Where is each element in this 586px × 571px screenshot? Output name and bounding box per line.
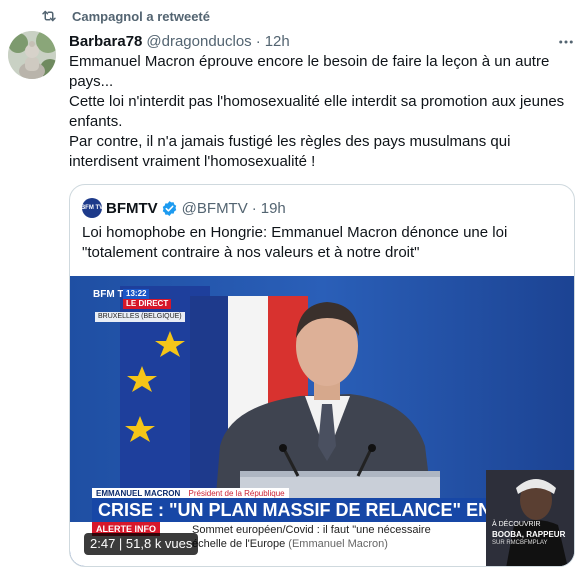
more-icon <box>559 40 573 44</box>
quoted-tweet-text: Loi homophobe en Hongrie: Emmanuel Macro… <box>82 223 552 263</box>
promo-subtitle: SUR RMCBFMPLAY <box>492 540 548 546</box>
ticker-line-text: échelle de l'Europe <box>192 538 286 550</box>
quoted-tweet-header: BFM TV BFMTV @BFMTV · 19h <box>80 197 286 219</box>
promo-image <box>486 470 574 566</box>
quoted-avatar-text: BFM TV <box>80 205 104 211</box>
author-name[interactable]: Barbara78 <box>69 33 142 50</box>
quoted-tweet-time: 19h <box>260 199 286 217</box>
tweet-text-line: Cette loi n'interdit pas l'homosexualité… <box>69 93 565 130</box>
video-headline: CRISE : "UN PLAN MASSIF DE RELANCE" EN E… <box>92 498 491 522</box>
verified-badge-icon <box>162 200 176 216</box>
video-player[interactable]: BFM TV. 13:22 LE DIRECT BRUXELLES (BELGI… <box>70 276 574 566</box>
location-label: BRUXELLES (BELGIQUE) <box>95 312 185 322</box>
ticker-line: échelle de l'Europe (Emmanuel Macron) <box>192 537 388 551</box>
author-handle[interactable]: @dragonduclos <box>146 33 251 50</box>
separator-dot: · <box>251 199 257 217</box>
broadcast-clock: 13:22 <box>123 289 150 299</box>
live-badge: LE DIRECT <box>123 299 172 309</box>
promo-title: BOOBA, RAPPEUR <box>492 530 566 539</box>
ticker-source: (Emmanuel Macron) <box>288 538 388 550</box>
tweet-text-line: Emmanuel Macron éprouve encore le besoin… <box>69 53 550 90</box>
tweet-text-line: Par contre, il n'a jamais fustigé les rè… <box>69 133 511 170</box>
retweet-label: Campagnol a retweeté <box>72 8 210 24</box>
quoted-text-line: "totalement contraire à nos valeurs et à… <box>82 244 420 261</box>
tweet-time[interactable]: 12h <box>265 33 290 50</box>
quoted-author-avatar: BFM TV <box>80 198 104 218</box>
tweet-header: Barbara78 @dragonduclos · 12h <box>69 31 576 51</box>
promo-thumbnail: À DÉCOUVRIR BOOBA, RAPPEUR SUR RMCBFMPLA… <box>486 470 574 566</box>
more-options-button[interactable] <box>556 32 576 52</box>
retweet-icon <box>42 10 56 22</box>
speaker-name: EMMANUEL MACRON <box>96 489 181 498</box>
separator-dot: · <box>255 32 261 50</box>
retweet-context[interactable]: Campagnol a retweeté <box>40 6 210 26</box>
quoted-author-handle: @BFMTV <box>181 199 248 217</box>
author-avatar[interactable] <box>8 31 56 79</box>
ticker-line: Sommet européen/Covid : il faut "une néc… <box>192 524 431 536</box>
quoted-author-name: BFMTV <box>106 199 158 217</box>
speaker-role: Président de la République <box>188 489 285 498</box>
tweet-text: Emmanuel Macron éprouve encore le besoin… <box>69 52 579 172</box>
quoted-text-line: Loi homophobe en Hongrie: Emmanuel Macro… <box>82 224 508 241</box>
promo-label: À DÉCOUVRIR <box>492 521 541 528</box>
quoted-tweet-card[interactable]: BFM TV BFMTV @BFMTV · 19h Loi homophobe … <box>69 184 575 567</box>
video-duration-views: 2:47 | 51,8 k vues <box>84 533 199 555</box>
